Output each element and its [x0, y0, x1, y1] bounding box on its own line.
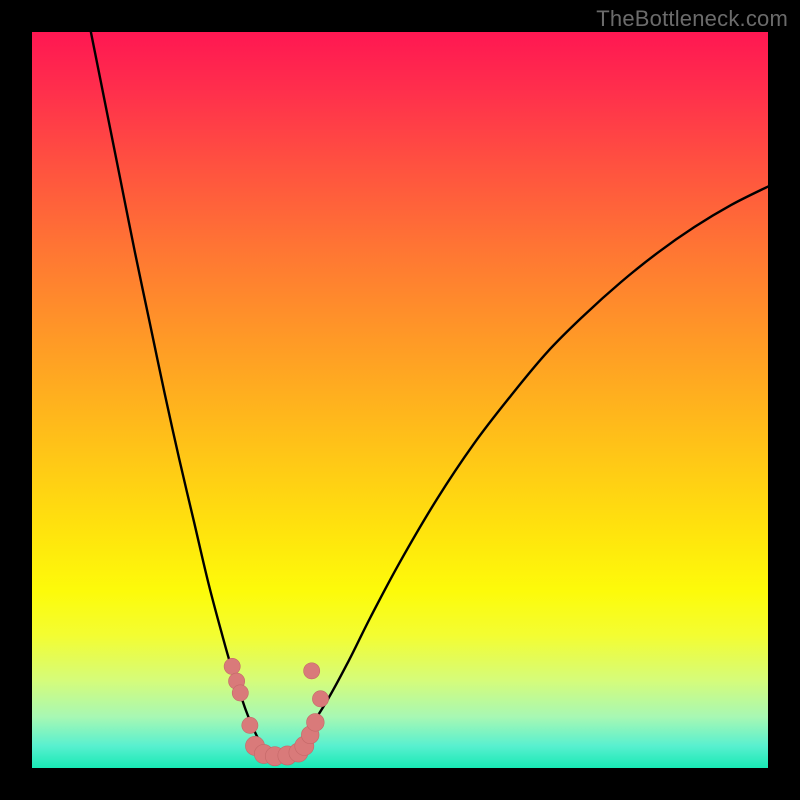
- marker-dot: [312, 691, 328, 707]
- plot-area: [32, 32, 768, 768]
- curve-left-branch: [91, 32, 275, 757]
- curve-right-branch: [275, 187, 768, 757]
- marker-dot: [307, 714, 325, 732]
- near-minimum-markers: [224, 658, 329, 765]
- marker-dot: [304, 663, 320, 679]
- outer-frame: TheBottleneck.com: [0, 0, 800, 800]
- marker-dot: [232, 685, 248, 701]
- marker-dot: [224, 658, 240, 674]
- chart-svg: [32, 32, 768, 768]
- watermark-text: TheBottleneck.com: [596, 6, 788, 32]
- marker-dot: [242, 717, 258, 733]
